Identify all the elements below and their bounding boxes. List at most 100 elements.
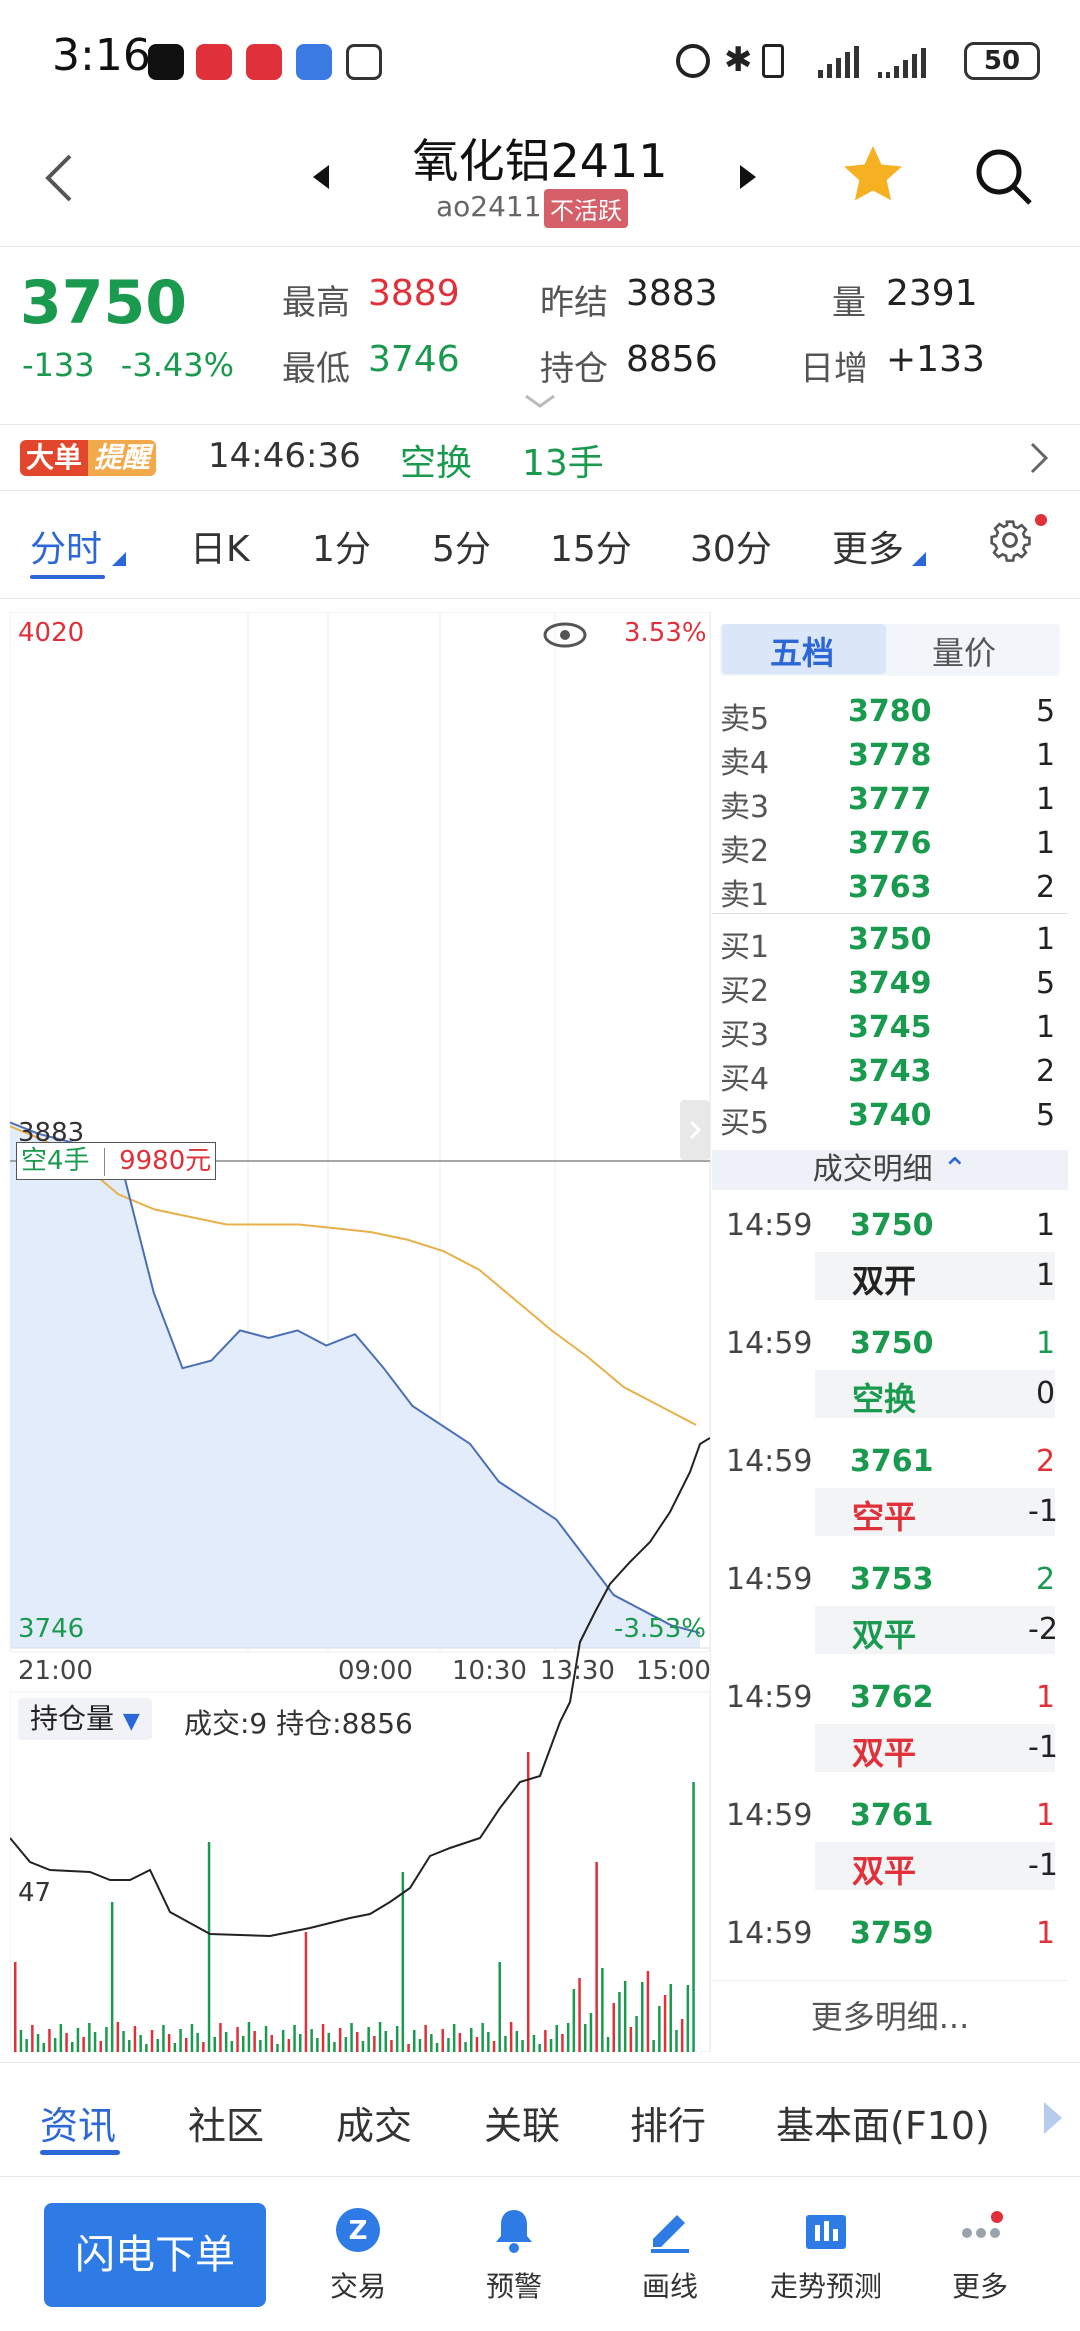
- favorite-star-icon[interactable]: [838, 140, 908, 221]
- volume-bar: [48, 2029, 51, 2052]
- tab-timeshare[interactable]: 分时: [30, 520, 102, 572]
- alert-chevron-right-icon[interactable]: [1028, 440, 1050, 480]
- orderbook-tab-five[interactable]: 五档: [770, 628, 834, 674]
- chart-top-pct: 3.53%: [624, 618, 707, 648]
- change-pct: -3.43%: [120, 346, 234, 384]
- volume-bar: [71, 2042, 74, 2052]
- nav-more[interactable]: 更多: [920, 2205, 1040, 2305]
- bid3-qty: 1: [1036, 1010, 1056, 1045]
- volume-bar: [145, 2044, 148, 2052]
- volume-bar: [36, 2034, 40, 2052]
- volume-bar: [629, 2027, 633, 2052]
- tab-daily-k[interactable]: 日K: [190, 520, 250, 572]
- app-icon-3: [246, 44, 282, 80]
- next-contract-icon[interactable]: [740, 165, 756, 189]
- volume-bar: [475, 2037, 479, 2052]
- volume-bar: [53, 2038, 57, 2052]
- tab-fundamentals[interactable]: 基本面(F10): [776, 2095, 990, 2150]
- volume-bar: [99, 2041, 102, 2052]
- tab-dropdown-icon: [112, 552, 126, 566]
- volume-bar: [316, 2038, 319, 2052]
- eye-toggle-icon[interactable]: [542, 620, 588, 654]
- volume-bar: [470, 2028, 473, 2052]
- trade-detail-header[interactable]: 成交明细 ⌃: [712, 1150, 1068, 1190]
- ask4-label: 卖4: [720, 746, 770, 781]
- tab-1min[interactable]: 1分: [312, 520, 371, 572]
- dropdown-chevron-icon: ▼: [122, 1709, 140, 1734]
- nav-forecast-label: 走势预测: [769, 2270, 882, 2303]
- tab-15min[interactable]: 15分: [550, 520, 632, 572]
- trade-type: 双平: [852, 1734, 917, 1772]
- ask3-price: 3777: [848, 782, 932, 817]
- bid2-price: 3749: [848, 966, 932, 1001]
- tab-community[interactable]: 社区: [188, 2095, 264, 2150]
- volume-bar: [663, 1995, 667, 2052]
- tab-5min[interactable]: 5分: [432, 520, 491, 572]
- flash-order-button[interactable]: 闪电下单: [44, 2203, 266, 2307]
- nav-alert[interactable]: 预警: [454, 2205, 574, 2305]
- volume-bar: [259, 2040, 262, 2052]
- ask1-qty: 2: [1036, 870, 1056, 905]
- volume-bar: [407, 2044, 410, 2052]
- volume-bar: [105, 2027, 108, 2052]
- trade-type-row: [815, 1488, 1055, 1536]
- volume-bar: [458, 2033, 462, 2052]
- nav-trade[interactable]: Z 交易: [298, 2205, 418, 2305]
- volume-bar: [207, 1842, 211, 2052]
- volume-bar: [110, 1902, 114, 2052]
- trade-qty: 1: [1036, 1798, 1056, 1833]
- search-icon[interactable]: [975, 148, 1032, 205]
- volume-bar: [384, 2031, 387, 2052]
- ask4-qty: 1: [1036, 738, 1056, 773]
- trade-oi-change: -2: [1028, 1612, 1058, 1647]
- nav-forecast[interactable]: 走势预测: [766, 2205, 886, 2305]
- volume-bar: [589, 2013, 593, 2052]
- tab-30min[interactable]: 30分: [690, 520, 772, 572]
- volume-bar: [264, 2026, 268, 2052]
- trade-price: 3761: [850, 1798, 934, 1833]
- status-bar: 3:16 ✱ 50: [0, 0, 1080, 118]
- orderbook-tab-volume-price[interactable]: 量价: [932, 628, 996, 674]
- bid2-label: 买2: [720, 974, 770, 1009]
- tab-related[interactable]: 关联: [484, 2095, 560, 2150]
- more-trades-button[interactable]: 更多明细...: [712, 1980, 1068, 2052]
- bid4-label: 买4: [720, 1062, 770, 1097]
- volume-bar: [424, 2025, 427, 2052]
- tab-ranking[interactable]: 排行: [630, 2095, 706, 2150]
- bid2-qty: 5: [1036, 966, 1056, 1001]
- expand-chevron-icon[interactable]: [524, 394, 556, 414]
- volume-bar: [356, 2032, 359, 2052]
- volume-bar: [538, 2044, 541, 2052]
- volume-bar: [452, 2024, 456, 2052]
- bluetooth-icon: ✱: [724, 40, 753, 80]
- volume-bar: [658, 2006, 661, 2052]
- nav-trade-label: 交易: [329, 2270, 386, 2303]
- chart-panel: [10, 612, 710, 2052]
- volume-bar: [224, 2032, 228, 2052]
- volume-bar: [139, 2035, 142, 2052]
- settings-gear-icon[interactable]: [988, 518, 1032, 562]
- nav-more-label: 更多: [951, 2270, 1008, 2303]
- nav-draw[interactable]: 画线: [610, 2205, 730, 2305]
- volume-bar: [578, 1978, 581, 2052]
- bid5-qty: 5: [1036, 1098, 1056, 1133]
- volume-bar: [686, 1985, 690, 2052]
- sub-chart-selector[interactable]: 持仓量 ▼: [18, 1698, 152, 1740]
- signal-icon-2: [878, 44, 938, 82]
- back-icon[interactable]: [40, 150, 76, 220]
- chevron-up-icon: ⌃: [942, 1152, 968, 1187]
- active-tab-indicator: [30, 575, 105, 579]
- volume-bar: [276, 2044, 279, 2052]
- volume-bar: [367, 2027, 370, 2052]
- ask2-qty: 1: [1036, 826, 1056, 861]
- scroll-right-icon[interactable]: [1044, 2102, 1062, 2134]
- tab-news[interactable]: 资讯: [40, 2095, 116, 2150]
- volume-bar: [333, 2042, 336, 2052]
- tab-trades[interactable]: 成交: [336, 2095, 412, 2150]
- prev-contract-icon[interactable]: [313, 165, 329, 189]
- trade-qty: 1: [1036, 1916, 1056, 1951]
- big-order-alert-badge: 大单 提醒: [20, 440, 157, 476]
- ask1-price: 3763: [848, 870, 932, 905]
- chart-expand-handle[interactable]: [680, 1100, 710, 1160]
- tab-more[interactable]: 更多: [832, 520, 904, 572]
